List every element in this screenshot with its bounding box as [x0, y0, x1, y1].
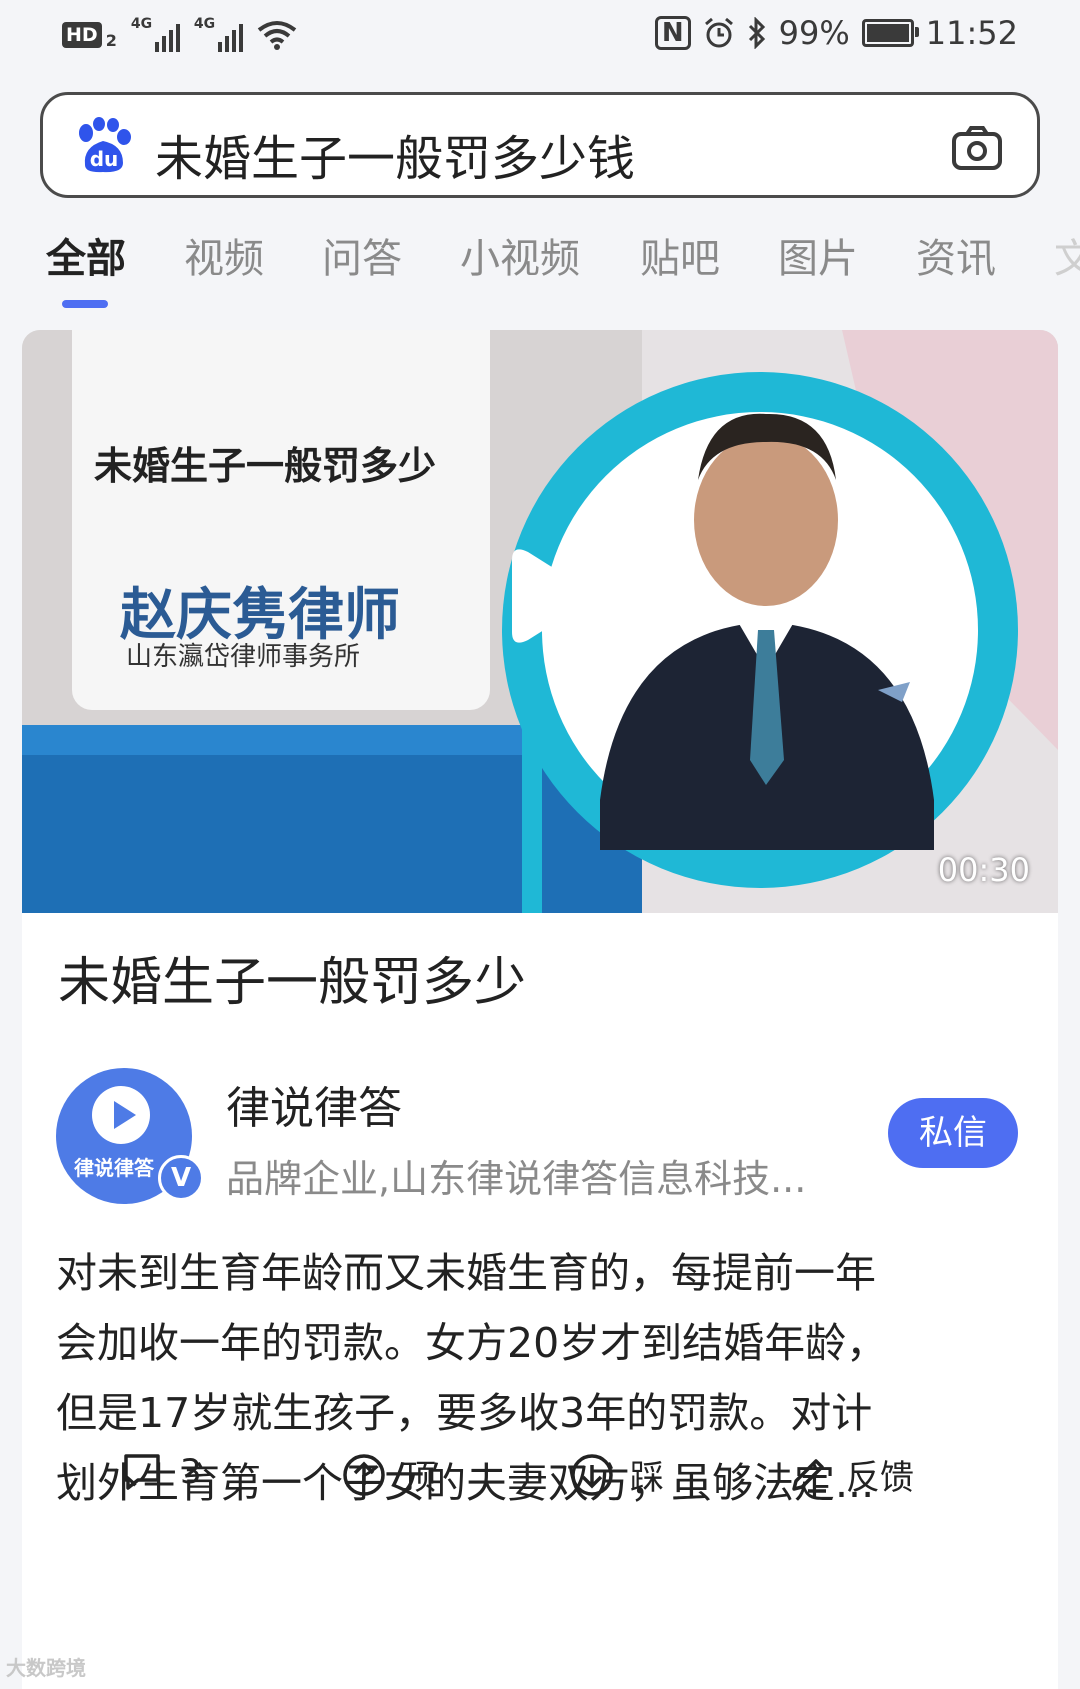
- signal-icon-2: 4G: [193, 16, 243, 52]
- video-thumbnail[interactable]: 未婚生子一般罚多少 赵庆隽律师 山东瀛岱律师事务所 00:30: [22, 330, 1058, 913]
- battery-fill: [866, 24, 909, 42]
- signal-label-1: 4G: [130, 16, 153, 32]
- signal-icon-1: 4G: [130, 16, 180, 52]
- battery-icon: [861, 19, 919, 47]
- summary-line: 但是17岁就生孩子，要多收3年的罚款。对计: [56, 1389, 873, 1437]
- nfc-icon: N: [654, 16, 691, 50]
- result-title[interactable]: 未婚生子一般罚多少: [58, 940, 526, 1015]
- watermark: 大数跨境: [6, 1656, 86, 1680]
- bluetooth-icon: [748, 17, 765, 49]
- search-input[interactable]: 未婚生子一般罚多少钱: [155, 119, 635, 189]
- private-message-button[interactable]: 私信: [888, 1098, 1018, 1168]
- video-duration: 00:30: [937, 851, 1030, 889]
- search-tabs: 全部 视频 问答 小视频 贴吧 图片 资讯 文: [46, 226, 1080, 316]
- active-tab-indicator: [62, 300, 108, 308]
- comment-count: 3: [180, 1452, 202, 1492]
- summary-line: 会加收一年的罚款。女方20岁才到结婚年龄，: [56, 1319, 888, 1367]
- upvote-button[interactable]: 顶: [342, 1450, 436, 1499]
- battery-percent: 99%: [778, 14, 850, 52]
- hd-icon: HD: [62, 22, 102, 48]
- tab-video[interactable]: 视频: [184, 226, 264, 284]
- status-left: HD 2 4G 4G: [62, 16, 297, 52]
- arrow-down-circle-icon: [571, 1453, 613, 1496]
- action-bar: 3 顶 踩 反馈: [22, 1450, 1058, 1530]
- feedback-button[interactable]: 反馈: [786, 1450, 914, 1499]
- comment-button[interactable]: 3: [120, 1450, 202, 1494]
- alarm-icon: [704, 17, 733, 48]
- verified-badge-icon: V: [158, 1155, 204, 1201]
- pencil-icon: [792, 1458, 826, 1493]
- camera-icon[interactable]: [951, 125, 1003, 171]
- avatar-play-icon: [92, 1086, 150, 1144]
- baidu-paw-icon: du: [79, 117, 131, 173]
- status-bar: HD 2 4G 4G N 99% 11:52: [0, 0, 1080, 76]
- tab-short-video[interactable]: 小视频: [460, 226, 580, 284]
- downvote-label: 踩: [630, 1458, 664, 1498]
- upvote-label: 顶: [402, 1458, 436, 1498]
- result-card: 未婚生子一般罚多少 赵庆隽律师 山东瀛岱律师事务所 00:30 未婚生子一般罚多…: [22, 330, 1058, 1689]
- signal-label-2: 4G: [193, 16, 216, 32]
- tab-news[interactable]: 资讯: [916, 226, 996, 284]
- clock: 11:52: [925, 14, 1018, 52]
- search-box[interactable]: du 未婚生子一般罚多少钱: [40, 92, 1040, 198]
- tab-tieba[interactable]: 贴吧: [640, 226, 720, 284]
- wifi-icon: [257, 21, 297, 50]
- baidu-logo-text: du: [90, 147, 119, 171]
- author-description: 品牌企业,山东律说律答信息科技...: [226, 1157, 807, 1201]
- summary-line: 对未到生育年龄而又未婚生育的，每提前一年: [56, 1249, 876, 1297]
- hd-sub-label: 2: [105, 30, 117, 50]
- tab-qa[interactable]: 问答: [322, 226, 402, 284]
- video-overlay-title: 未婚生子一般罚多少: [94, 444, 437, 488]
- author-name[interactable]: 律说律答: [226, 1072, 402, 1136]
- tab-all[interactable]: 全部: [46, 226, 126, 284]
- comment-icon: [124, 1454, 160, 1490]
- tab-more[interactable]: 文: [1054, 226, 1080, 284]
- downvote-button[interactable]: 踩: [570, 1450, 664, 1499]
- feedback-label: 反馈: [846, 1458, 914, 1498]
- arrow-up-circle-icon: [343, 1453, 385, 1496]
- avatar-text: 律说律答: [74, 1156, 154, 1180]
- video-firm-name: 山东瀛岱律师事务所: [126, 642, 361, 672]
- status-right: N 99% 11:52: [654, 14, 1018, 52]
- tab-images[interactable]: 图片: [778, 226, 858, 284]
